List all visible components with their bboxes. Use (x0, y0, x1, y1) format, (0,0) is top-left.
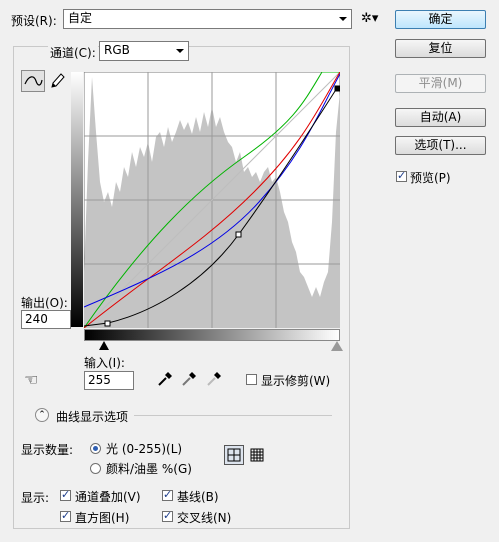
simple-grid-button[interactable] (224, 445, 244, 465)
input-label: 输入(I): (84, 356, 125, 370)
preset-label: 预设(R): (11, 14, 57, 28)
options-button[interactable]: 选项(T)... (395, 136, 486, 155)
baseline-checkbox[interactable] (162, 488, 173, 501)
gear-icon[interactable]: ✲▾ (361, 11, 378, 26)
show-amount-label: 显示数量: (21, 443, 74, 457)
output-gradient-bar (71, 72, 83, 327)
curve-point-tool[interactable] (21, 70, 45, 92)
show-clipping-label: 显示修剪(W) (261, 374, 331, 388)
channel-overlays-checkbox[interactable] (60, 488, 71, 501)
chevron-down-icon (176, 49, 184, 53)
light-radio[interactable] (90, 443, 101, 454)
output-label: 输出(O): (21, 296, 68, 310)
ok-button[interactable]: 确定 (395, 10, 486, 29)
black-eyedropper-icon[interactable] (157, 371, 173, 387)
chevron-down-icon (339, 17, 347, 21)
preview-checkbox[interactable] (396, 169, 407, 182)
detailed-grid-button[interactable] (248, 446, 266, 464)
input-field[interactable]: 255 (84, 371, 134, 390)
pigment-radio[interactable] (90, 463, 101, 474)
channel-label: 通道(C): (48, 44, 98, 61)
curve-point-low[interactable] (104, 320, 111, 327)
gray-eyedropper-icon[interactable] (181, 371, 197, 387)
simple-grid-icon (227, 448, 241, 462)
detailed-grid-icon (250, 448, 264, 462)
intersection-label: 交叉线(N) (177, 511, 232, 525)
pigment-radio-label: 颜料/油墨 %(G) (106, 462, 192, 476)
white-point-slider[interactable] (331, 341, 343, 351)
output-field[interactable]: 240 (21, 310, 71, 329)
smooth-button[interactable]: 平滑(M) (395, 74, 486, 93)
auto-button[interactable]: 自动(A) (395, 108, 486, 127)
preset-value: 自定 (68, 11, 93, 25)
pencil-icon[interactable] (49, 72, 65, 93)
curve-point-mid[interactable] (235, 231, 242, 238)
reset-button[interactable]: 复位 (395, 39, 486, 58)
histogram-checkbox[interactable] (60, 509, 71, 522)
collapse-options-icon[interactable]: ⌃ (35, 408, 49, 422)
black-point-slider[interactable] (99, 341, 109, 350)
curve-options-label: 曲线显示选项 (56, 410, 129, 424)
curve-point-high[interactable] (334, 85, 340, 92)
show-clipping-checkbox[interactable] (246, 374, 257, 385)
channel-dropdown[interactable]: RGB (99, 41, 189, 61)
baseline-label: 基线(B) (177, 490, 219, 504)
targeted-adjustment-hand-icon[interactable]: ☜ (24, 370, 38, 389)
channel-overlays-label: 通道叠加(V) (75, 490, 141, 504)
light-radio-label: 光 (0-255)(L) (106, 442, 183, 456)
preview-label: 预览(P) (410, 171, 451, 185)
channel-value: RGB (104, 43, 130, 57)
show-label: 显示: (21, 491, 50, 505)
curve-tool-icon (24, 76, 43, 86)
white-eyedropper-icon[interactable] (206, 371, 222, 387)
divider (134, 415, 332, 416)
intersection-checkbox[interactable] (162, 509, 173, 522)
curves-graph[interactable] (84, 72, 340, 328)
preset-dropdown[interactable]: 自定 (63, 9, 352, 29)
input-gradient-bar (84, 329, 340, 341)
histogram-label: 直方图(H) (75, 511, 130, 525)
